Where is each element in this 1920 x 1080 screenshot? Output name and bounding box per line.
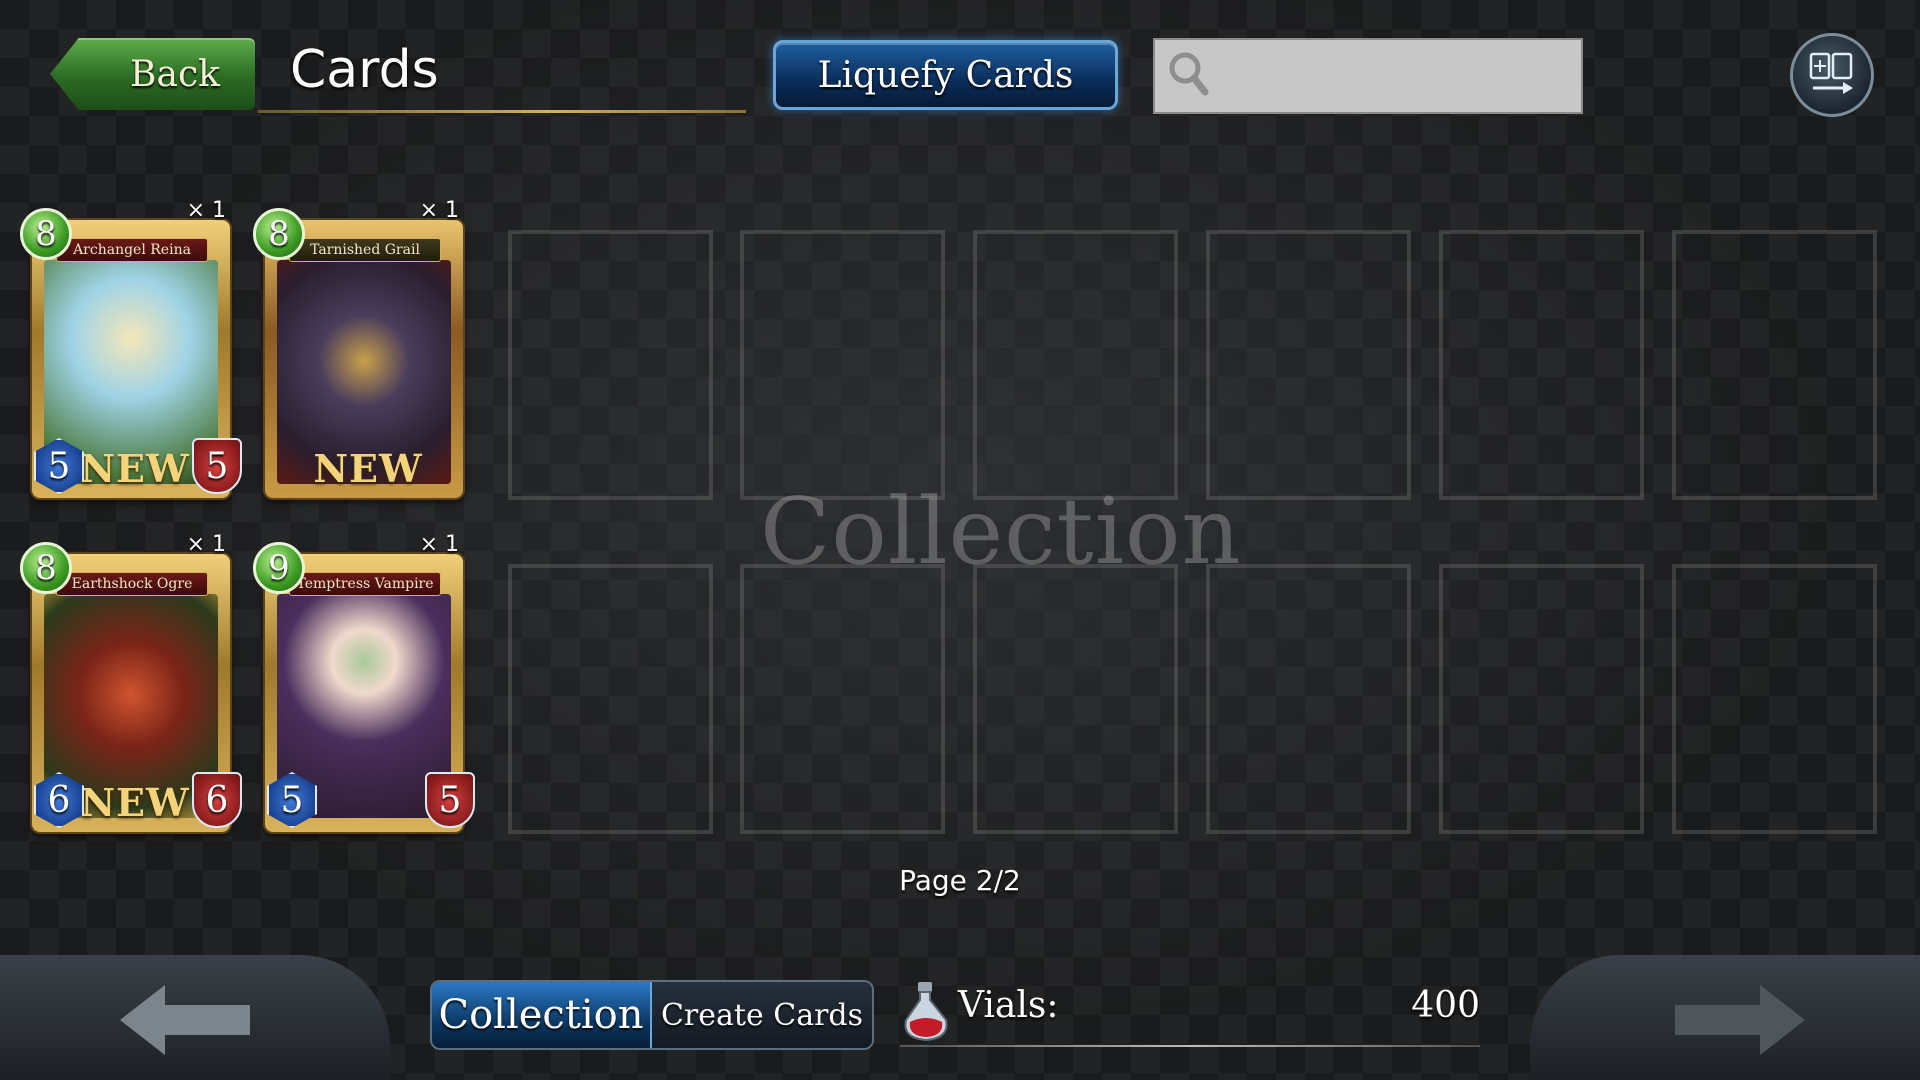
new-tag: NEW [80,446,190,491]
deck-switch-icon [1807,48,1857,102]
arrow-right-icon [1675,985,1805,1055]
card-defense-gem: 5 [192,438,242,494]
card-tarnished-grail[interactable]: Tarnished Grail × 1 8 NEW [253,198,463,498]
card-name: Temptress Vampire [289,572,441,596]
card-earthshock-ogre[interactable]: Earthshock Ogre × 1 8 NEW 6 6 [20,532,242,832]
card-count: × 1 [419,532,459,557]
empty-card-slot [1206,230,1411,500]
card-cost-gem: 8 [253,208,305,260]
empty-card-slot [508,230,713,500]
vial-potion-icon [898,980,954,1046]
back-button[interactable]: Back [50,38,255,110]
card-cost-gem: 8 [20,208,72,260]
collection-watermark: Collection [760,478,1242,585]
card-name: Earthshock Ogre [56,572,208,596]
page-title: Cards [290,40,439,100]
card-count: × 1 [419,198,459,223]
deck-switch-button[interactable] [1790,33,1874,117]
card-name: Tarnished Grail [289,238,441,262]
card-temptress-vampire[interactable]: Temptress Vampire × 1 9 5 5 [253,532,475,832]
card-count: × 1 [186,532,226,557]
card-defense-gem: 5 [425,772,475,828]
empty-card-slot [1672,230,1877,500]
card-cost-gem: 8 [20,542,72,594]
card-count: × 1 [186,198,226,223]
empty-card-slot [973,564,1178,834]
search-icon [1167,50,1211,102]
empty-card-slot [1439,230,1644,500]
previous-page-button[interactable] [0,955,390,1080]
empty-card-slot [1206,564,1411,834]
tab-collection[interactable]: Collection [432,982,652,1048]
card-defense-gem: 6 [192,772,242,828]
empty-card-slot [1439,564,1644,834]
vials-value: 400 [1411,985,1480,1026]
empty-card-slot [740,564,945,834]
vials-label: Vials: [958,985,1059,1026]
card-cost-gem: 9 [253,542,305,594]
empty-card-slot [1672,564,1877,834]
collection-tabs: Collection Create Cards [430,980,874,1050]
search-box[interactable] [1153,38,1583,114]
tab-create-cards[interactable]: Create Cards [652,982,872,1048]
empty-card-slot [973,230,1178,500]
search-input[interactable] [1221,39,1581,113]
empty-card-slot [508,564,713,834]
arrow-left-icon [120,985,250,1055]
back-button-label: Back [130,53,220,95]
vials-divider [900,1045,1480,1047]
page-indicator: Page 2/2 [899,864,1021,897]
empty-card-slot [740,230,945,500]
new-tag: NEW [313,446,423,491]
next-page-button[interactable] [1530,955,1920,1080]
new-tag: NEW [80,780,190,825]
liquefy-cards-button[interactable]: Liquefy Cards [773,40,1118,110]
title-underline [258,110,746,113]
card-name: Archangel Reina [56,238,208,262]
card-archangel-reina[interactable]: Archangel Reina × 1 8 NEW 5 5 [20,198,242,498]
